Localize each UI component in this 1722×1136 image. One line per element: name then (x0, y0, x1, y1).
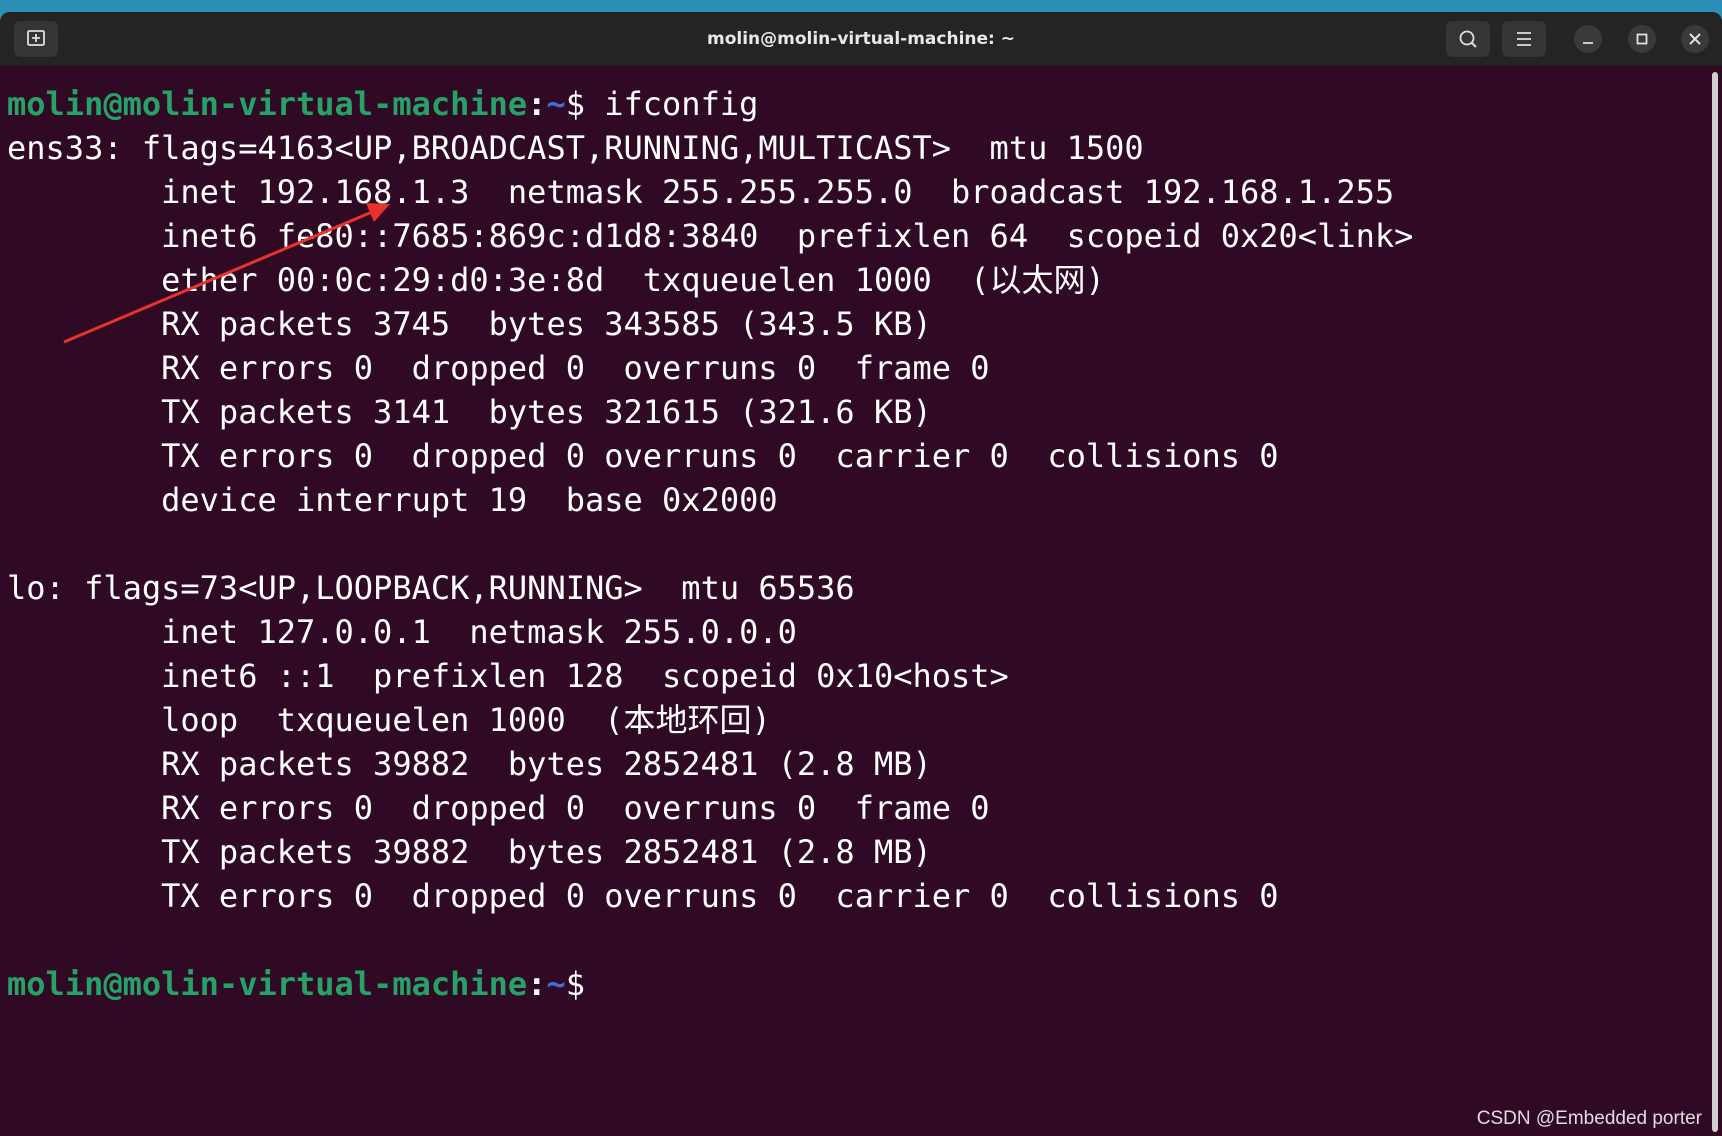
prompt-user: molin@molin-virtual-machine (7, 85, 528, 123)
hamburger-menu-icon (1517, 32, 1531, 46)
output-line: RX errors 0 dropped 0 overruns 0 frame 0 (7, 349, 990, 387)
output-line: TX errors 0 dropped 0 overruns 0 carrier… (7, 877, 1279, 915)
close-button[interactable] (1681, 25, 1709, 53)
prompt-symbol: $ (565, 965, 585, 1003)
output-line: TX errors 0 dropped 0 overruns 0 carrier… (7, 437, 1279, 475)
output-line: loop txqueuelen 1000 (本地环回) (7, 701, 771, 739)
output-line: device interrupt 19 base 0x2000 (7, 481, 778, 519)
search-icon (1459, 30, 1477, 48)
terminal-window: molin@molin-virtual-machine: ~ molin@mol… (0, 12, 1722, 1136)
output-line: TX packets 3141 bytes 321615 (321.6 KB) (7, 393, 932, 431)
output-line: inet6 ::1 prefixlen 128 scopeid 0x10<hos… (7, 657, 1009, 695)
prompt-user: molin@molin-virtual-machine (7, 965, 528, 1003)
output-line: inet6 fe80::7685:869c:d1d8:3840 prefixle… (7, 217, 1414, 255)
output-line: inet 127.0.0.1 netmask 255.0.0.0 (7, 613, 797, 651)
prompt-path: ~ (546, 85, 566, 123)
command-prompt-line: molin@molin-virtual-machine:~$ ifconfig (7, 82, 1702, 126)
close-icon (1689, 33, 1701, 45)
prompt-separator: : (527, 965, 547, 1003)
prompt-separator: : (527, 85, 547, 123)
command-prompt-line: molin@molin-virtual-machine:~$ (7, 962, 1702, 1006)
output-line: RX packets 39882 bytes 2852481 (2.8 MB) (7, 745, 932, 783)
scrollbar[interactable] (1712, 72, 1718, 1132)
terminal-output[interactable]: molin@molin-virtual-machine:~$ ifconfig … (7, 66, 1702, 1136)
minimize-icon (1583, 42, 1593, 44)
output-line: RX errors 0 dropped 0 overruns 0 frame 0 (7, 789, 990, 827)
minimize-button[interactable] (1574, 25, 1602, 53)
command-text: ifconfig (604, 85, 759, 123)
output-line: ens33: flags=4163<UP,BROADCAST,RUNNING,M… (7, 129, 1144, 167)
menu-button[interactable] (1502, 21, 1546, 57)
watermark: CSDN @Embedded porter (1476, 1108, 1702, 1129)
prompt-path: ~ (546, 965, 566, 1003)
output-line: RX packets 3745 bytes 343585 (343.5 KB) (7, 305, 932, 343)
maximize-button[interactable] (1628, 25, 1656, 53)
output-line: TX packets 39882 bytes 2852481 (2.8 MB) (7, 833, 932, 871)
maximize-icon (1636, 33, 1648, 45)
output-line: ether 00:0c:29:d0:3e:8d txqueuelen 1000 … (7, 261, 1105, 299)
output-line: lo: flags=73<UP,LOOPBACK,RUNNING> mtu 65… (7, 569, 855, 607)
output-line: inet 192.168.1.3 netmask 255.255.255.0 b… (7, 173, 1395, 211)
title-bar: molin@molin-virtual-machine: ~ (0, 12, 1722, 66)
prompt-symbol: $ (565, 85, 605, 123)
search-button[interactable] (1446, 21, 1490, 57)
